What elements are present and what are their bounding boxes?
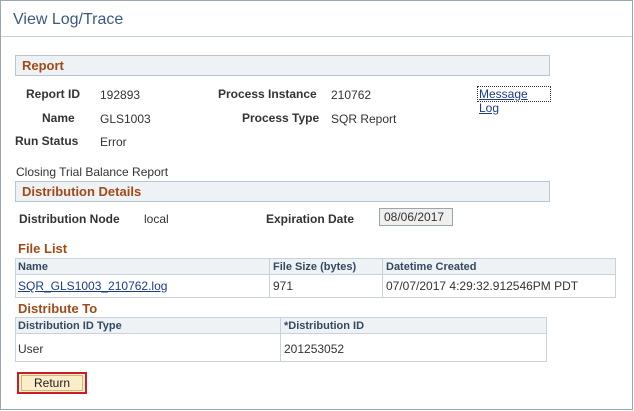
name-value: GLS1003 — [100, 112, 151, 126]
file-list-divider — [269, 258, 270, 298]
report-section-header: Report — [15, 55, 550, 76]
file-list-divider — [382, 258, 383, 298]
expiration-date-label: Expiration Date — [266, 212, 355, 226]
file-list-col-size: File Size (bytes) — [273, 261, 357, 273]
file-list-col-name: Name — [18, 261, 48, 273]
report-description: Closing Trial Balance Report — [16, 165, 169, 179]
report-id-label: Report ID — [26, 87, 80, 101]
distribution-section-header: Distribution Details — [15, 181, 550, 202]
process-type-label: Process Type — [242, 111, 320, 125]
distribute-to-col-type: Distribution ID Type — [18, 320, 122, 332]
run-status-label: Run Status — [15, 134, 79, 148]
page-title: View Log/Trace — [13, 11, 124, 28]
file-list-title: File List — [18, 241, 68, 256]
file-list-col-created: Datetime Created — [386, 261, 477, 273]
process-instance-value: 210762 — [331, 88, 372, 102]
file-list-border — [615, 275, 616, 298]
distribution-node-value: local — [144, 212, 169, 226]
distribute-to-title: Distribute To — [18, 301, 98, 316]
report-section-title: Report — [22, 58, 64, 73]
distribute-to-border — [15, 361, 547, 362]
return-button-label: Return — [21, 375, 83, 391]
distribution-node-label: Distribution Node — [19, 212, 120, 226]
file-list-border — [15, 275, 16, 298]
file-list-border — [15, 297, 616, 298]
process-instance-label: Process Instance — [218, 87, 317, 101]
datetime-created-cell: 07/07/2017 4:29:32.912546PM PDT — [386, 279, 579, 293]
message-log-link[interactable]: Message Log — [477, 86, 551, 115]
run-status-value: Error — [100, 135, 127, 149]
process-type-value: SQR Report — [331, 112, 397, 126]
distribution-id-type-cell: User — [18, 342, 44, 356]
distribute-to-border — [15, 334, 16, 362]
name-label: Name — [42, 111, 75, 125]
return-button[interactable]: Return — [17, 372, 87, 394]
distribute-to-divider — [280, 317, 281, 362]
report-id-value: 192893 — [100, 88, 141, 102]
expiration-date-field: 08/06/2017 — [379, 208, 453, 226]
distribution-section-title: Distribution Details — [22, 184, 142, 199]
distribute-to-border — [546, 334, 547, 362]
title-bar: View Log/Trace — [1, 1, 632, 37]
distribute-to-col-id: *Distribution ID — [284, 320, 365, 332]
log-file-link[interactable]: SQR_GLS1003_210762.log — [18, 279, 167, 293]
distribution-id-cell: 201253052 — [284, 342, 345, 356]
file-size-cell: 971 — [273, 279, 294, 293]
